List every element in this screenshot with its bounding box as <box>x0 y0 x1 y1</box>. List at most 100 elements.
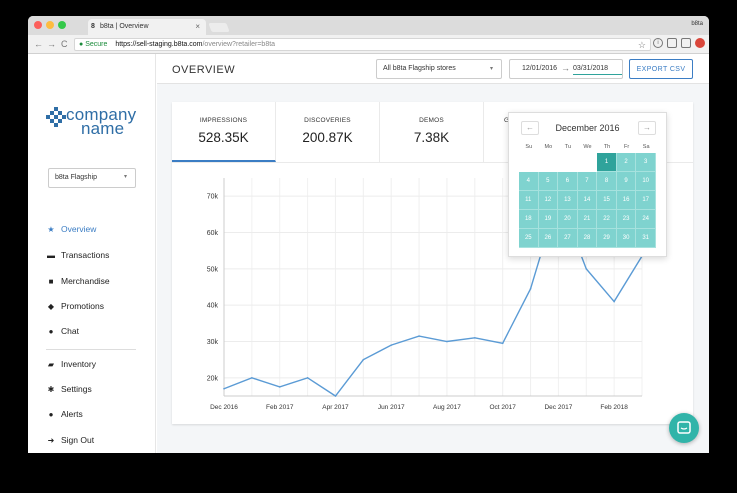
store-select[interactable]: All b8ta Flagship stores ▾ <box>376 59 502 79</box>
date-range-picker[interactable]: 12/01/2016 → 03/31/2018 <box>509 59 623 79</box>
calendar-day[interactable]: 1 <box>597 153 617 172</box>
next-month-button[interactable]: → <box>638 121 656 135</box>
tab-discoveries[interactable]: DISCOVERIES 200.87K <box>276 102 380 162</box>
calendar-day[interactable]: 12 <box>538 191 559 210</box>
alert-icon: ● <box>48 410 54 419</box>
calendar-day[interactable]: 18 <box>519 210 539 229</box>
weekday-label: Mo <box>544 144 553 150</box>
stat-value: 200.87K <box>302 130 353 145</box>
calendar-day[interactable]: 30 <box>616 229 637 248</box>
calendar-day[interactable]: 2 <box>616 153 637 172</box>
extension-info-icon[interactable]: i <box>653 38 663 48</box>
calendar-day[interactable]: 20 <box>558 210 578 229</box>
calendar-day[interactable]: 5 <box>538 172 559 191</box>
calendar-day[interactable]: 31 <box>636 229 656 248</box>
retailer-select-value: b8ta Flagship <box>55 174 98 181</box>
signout-icon: ➜ <box>47 436 55 445</box>
sidebar-item-sign-out[interactable]: ➜ Sign Out <box>46 435 94 449</box>
retailer-select[interactable]: b8ta Flagship ▾ <box>48 168 136 188</box>
chat-bubble-icon <box>677 421 691 434</box>
calendar-day[interactable]: 15 <box>597 191 617 210</box>
x-tick-label: Jun 2017 <box>378 404 405 411</box>
calendar-week: 25 26 27 28 29 30 31 <box>519 229 658 248</box>
star-icon: ★ <box>47 225 55 234</box>
profile-name[interactable]: b8ta <box>691 21 703 27</box>
minimize-window-icon[interactable] <box>46 21 54 29</box>
title-bar: 8 b8ta | Overview × b8ta <box>28 16 709 35</box>
tab-close-icon[interactable]: × <box>195 22 200 31</box>
calendar-week: 18 19 20 21 22 23 24 <box>519 210 658 229</box>
reload-icon[interactable]: C <box>61 39 68 49</box>
calendar-day[interactable]: 23 <box>616 210 637 229</box>
sidebar-item-label: Sign Out <box>61 435 95 445</box>
x-tick-label: Dec 2016 <box>210 404 238 411</box>
calendar-day[interactable]: 24 <box>636 210 656 229</box>
calendar-day[interactable]: 10 <box>636 172 656 191</box>
weekday-label: Th <box>603 144 611 150</box>
maximize-window-icon[interactable] <box>58 21 66 29</box>
sidebar-item-promotions[interactable]: ◆ Promotions <box>46 301 104 315</box>
calendar-day[interactable]: 6 <box>558 172 578 191</box>
browser-tab[interactable]: 8 b8ta | Overview × <box>88 19 206 35</box>
extension-square-icon[interactable] <box>681 38 691 48</box>
back-icon[interactable]: ← <box>34 39 43 49</box>
calendar-day[interactable]: 11 <box>519 191 539 210</box>
tab-demos[interactable]: DEMOS 7.38K <box>380 102 484 162</box>
extension-camera-icon[interactable] <box>667 38 677 48</box>
top-bar: OVERVIEW All b8ta Flagship stores ▾ 12/0… <box>157 54 709 84</box>
calendar-day[interactable]: 19 <box>538 210 559 229</box>
address-bar[interactable]: ● Secure https://sell-staging.b8ta.com/o… <box>74 38 651 51</box>
sidebar-item-alerts[interactable]: ● Alerts <box>46 409 83 423</box>
chat-launcher-button[interactable] <box>669 413 699 443</box>
calendar-day[interactable]: 26 <box>538 229 559 248</box>
calendar-day[interactable]: 25 <box>519 229 539 248</box>
export-csv-button[interactable]: EXPORT CSV <box>629 59 693 79</box>
secure-label: Secure <box>85 41 108 48</box>
calendar-empty <box>558 153 578 172</box>
arrow-right-icon: → <box>561 63 570 73</box>
calendar-day[interactable]: 9 <box>616 172 637 191</box>
logo-text: company name <box>66 106 136 137</box>
sidebar-item-chat[interactable]: ● Chat <box>46 326 79 340</box>
sidebar-item-transactions[interactable]: ▬ Transactions <box>46 250 109 264</box>
data-point <box>278 386 281 388</box>
calendar-empty <box>539 153 559 172</box>
sidebar-item-settings[interactable]: ✱ Settings <box>46 384 92 398</box>
x-tick-label: Dec 2017 <box>544 404 572 411</box>
tab-partial[interactable]: G <box>484 102 509 162</box>
calendar-day[interactable]: 17 <box>636 191 656 210</box>
calendar-day[interactable]: 22 <box>597 210 617 229</box>
tab-impressions[interactable]: IMPRESSIONS 528.35K <box>172 102 276 162</box>
calendar-day[interactable]: 29 <box>597 229 617 248</box>
calendar-day[interactable]: 8 <box>597 172 617 191</box>
calendar-day[interactable]: 7 <box>577 172 598 191</box>
calendar-day[interactable]: 13 <box>558 191 578 210</box>
calendar-day[interactable]: 4 <box>519 172 539 191</box>
stat-value: 528.35K <box>198 130 249 145</box>
calendar-day[interactable]: 3 <box>636 153 656 172</box>
truck-icon: ▰ <box>47 360 55 369</box>
calendar-day[interactable]: 14 <box>577 191 598 210</box>
calendar-day[interactable]: 27 <box>558 229 578 248</box>
chevron-down-icon: ▾ <box>489 66 493 72</box>
sidebar-item-overview[interactable]: ★ Overview <box>46 224 96 238</box>
card-icon: ▬ <box>47 251 55 260</box>
date-from-input[interactable]: 12/01/2016 <box>522 65 557 72</box>
close-window-icon[interactable] <box>34 21 42 29</box>
extension-red-icon[interactable] <box>695 38 705 48</box>
bookmark-star-icon[interactable]: ☆ <box>638 40 646 51</box>
data-point <box>418 335 420 337</box>
forward-icon[interactable]: → <box>47 39 56 49</box>
calendar-day[interactable]: 28 <box>577 229 598 248</box>
data-point <box>446 340 448 343</box>
calendar-day[interactable]: 21 <box>577 210 598 229</box>
calendar-week: 4 5 6 7 8 9 10 <box>519 172 658 191</box>
sidebar-item-merchandise[interactable]: ■ Merchandise <box>46 276 110 290</box>
new-tab-button[interactable] <box>208 23 230 32</box>
date-to-input[interactable]: 03/31/2018 <box>573 62 622 75</box>
sidebar-item-inventory[interactable]: ▰ Inventory <box>46 359 96 373</box>
calendar-day[interactable]: 16 <box>616 191 637 210</box>
data-point <box>334 395 337 397</box>
x-tick-label: Feb 2017 <box>266 404 294 411</box>
data-point <box>362 358 365 361</box>
